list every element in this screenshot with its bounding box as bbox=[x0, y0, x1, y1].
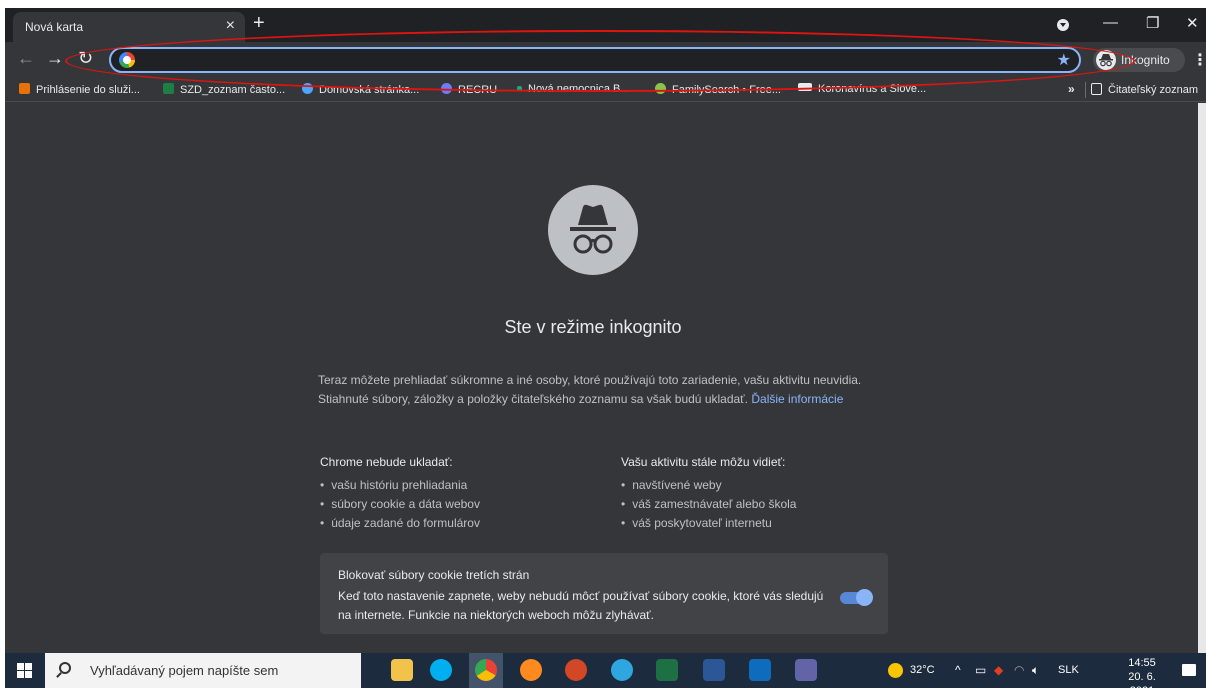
edge-icon[interactable] bbox=[611, 659, 633, 681]
bookmark-label: Nová nemocnica B... bbox=[528, 83, 630, 95]
teams-icon[interactable] bbox=[795, 659, 817, 681]
excel-icon[interactable] bbox=[656, 659, 678, 681]
visible-to-title: Vašu aktivitu stále môžu vidieť: bbox=[621, 455, 786, 469]
bookmark-label: Koronavírus a Slove... bbox=[818, 83, 927, 95]
address-input[interactable] bbox=[141, 51, 1041, 69]
bookmark-item[interactable]: Koronavírus a Slove... bbox=[798, 83, 926, 99]
forward-button[interactable]: → bbox=[46, 48, 64, 68]
reading-list-icon bbox=[1091, 83, 1102, 95]
back-button[interactable]: ← bbox=[17, 48, 35, 68]
cookie-block-card: Blokovať súbory cookie tretích strán Keď… bbox=[320, 553, 888, 634]
notifications-icon[interactable] bbox=[1182, 664, 1196, 676]
bookmark-favicon bbox=[441, 83, 452, 94]
bookmark-item[interactable]: Nová nemocnica B... bbox=[517, 83, 630, 99]
scrollbar[interactable] bbox=[1198, 103, 1206, 653]
tab-title: Nová karta bbox=[25, 20, 84, 34]
skype-icon[interactable] bbox=[430, 659, 452, 681]
list-item: navštívené weby bbox=[621, 476, 796, 495]
bookmark-label: SZD_zoznam často... bbox=[180, 84, 286, 96]
reload-button[interactable]: ↻ bbox=[78, 48, 93, 68]
security-icon[interactable]: ◆ bbox=[994, 663, 1003, 677]
weather-sun-icon[interactable] bbox=[888, 663, 903, 678]
language-indicator[interactable]: SLK bbox=[1058, 664, 1079, 676]
clock[interactable]: 14:55 20. 6. 2021 bbox=[1118, 656, 1166, 688]
chrome-icon[interactable] bbox=[475, 659, 497, 681]
reading-list-button[interactable]: Čitateľský zoznam bbox=[1091, 83, 1198, 96]
not-saved-column: Chrome nebude ukladať: vašu históriu pre… bbox=[320, 453, 480, 533]
browser-window: Nová karta × + — ❐ ✕ ← → ↻ ★ Inkognito ⋮… bbox=[5, 8, 1206, 688]
search-icon bbox=[59, 662, 71, 674]
minimize-button[interactable]: — bbox=[1103, 14, 1118, 31]
weather-temp[interactable]: 32°C bbox=[910, 664, 935, 676]
bookmark-favicon bbox=[517, 86, 522, 91]
incognito-logo-icon bbox=[548, 185, 638, 275]
powerpoint-icon[interactable] bbox=[565, 659, 587, 681]
incognito-page: Ste v režime inkognito Teraz môžete preh… bbox=[5, 103, 1201, 653]
not-saved-title: Chrome nebude ukladať: bbox=[320, 455, 453, 469]
file-explorer-icon[interactable] bbox=[391, 659, 413, 681]
bookmarks-overflow-button[interactable]: » bbox=[1068, 82, 1075, 96]
bookmark-favicon bbox=[302, 83, 313, 94]
bookmarks-bar: Prihlásenie do služi... SZD_zoznam často… bbox=[5, 78, 1206, 102]
tab-strip: Nová karta × + — ❐ ✕ bbox=[5, 8, 1206, 42]
reading-list-label: Čitateľský zoznam bbox=[1108, 84, 1199, 96]
wifi-icon[interactable]: ◠ bbox=[1014, 663, 1024, 677]
toolbar: ← → ↻ ★ Inkognito ⋮ bbox=[5, 42, 1206, 78]
restore-button[interactable]: ❐ bbox=[1146, 14, 1159, 32]
menu-icon[interactable]: ⋮ bbox=[1192, 50, 1206, 70]
sk-favicon bbox=[798, 83, 812, 91]
bookmark-item[interactable]: FamilySearch • Free... bbox=[655, 83, 781, 99]
close-window-button[interactable]: ✕ bbox=[1186, 14, 1199, 32]
incognito-icon bbox=[1096, 50, 1116, 70]
outlook-icon[interactable] bbox=[749, 659, 771, 681]
incognito-profile-button[interactable]: Inkognito bbox=[1093, 48, 1185, 72]
clock-date: 20. 6. 2021 bbox=[1128, 671, 1156, 688]
bookmark-star-icon[interactable]: ★ bbox=[1057, 50, 1071, 70]
bookmarks-divider bbox=[1085, 82, 1086, 98]
bookmark-label: FamilySearch • Free... bbox=[672, 84, 781, 96]
learn-more-link[interactable]: Ďalšie informácie bbox=[751, 392, 843, 406]
tab-new-tab[interactable]: Nová karta × bbox=[13, 12, 245, 42]
new-tab-button[interactable]: + bbox=[253, 13, 265, 33]
toggle-knob bbox=[856, 589, 873, 606]
list-item: váš poskytovateľ internetu bbox=[621, 514, 796, 533]
page-title: Ste v režime inkognito bbox=[504, 317, 682, 337]
bookmark-favicon bbox=[19, 83, 30, 94]
list-item: vašu históriu prehliadania bbox=[320, 476, 480, 495]
bookmark-item[interactable]: RECRU bbox=[441, 83, 497, 99]
bookmark-label: Prihlásenie do služi... bbox=[36, 84, 140, 96]
intro-text: Teraz môžete prehliadať súkromne a iné o… bbox=[318, 371, 898, 409]
familysearch-favicon bbox=[655, 83, 666, 94]
volume-icon[interactable]: 🔈︎ bbox=[1032, 663, 1039, 678]
taskbar-search-placeholder: Vyhľadávaný pojem napíšte sem bbox=[90, 663, 279, 678]
bookmark-item[interactable]: Prihlásenie do služi... bbox=[19, 83, 140, 99]
taskbar-search[interactable]: Vyhľadávaný pojem napíšte sem bbox=[45, 653, 361, 688]
excel-favicon bbox=[163, 83, 174, 94]
list-item: váš zamestnávateľ alebo škola bbox=[621, 495, 796, 514]
cookie-title: Blokovať súbory cookie tretích strán bbox=[338, 568, 530, 582]
bookmark-item[interactable]: SZD_zoznam často... bbox=[163, 83, 285, 99]
bookmark-item[interactable]: Domovská stránka... bbox=[302, 83, 419, 99]
word-icon[interactable] bbox=[703, 659, 725, 681]
battery-icon[interactable]: ▭ bbox=[975, 663, 986, 677]
cookie-toggle[interactable] bbox=[840, 589, 873, 606]
address-bar[interactable]: ★ bbox=[109, 47, 1081, 73]
bookmark-label: RECRU bbox=[458, 84, 498, 96]
bookmark-label: Domovská stránka... bbox=[319, 84, 420, 96]
tray-overflow-icon[interactable]: ^ bbox=[955, 663, 961, 677]
windows-taskbar: Vyhľadávaný pojem napíšte sem 32°C ^ ▭ ◆… bbox=[5, 653, 1206, 688]
list-item: údaje zadané do formulárov bbox=[320, 514, 480, 533]
clock-time: 14:55 bbox=[1128, 657, 1156, 669]
tab-search-icon[interactable] bbox=[1057, 19, 1069, 31]
windows-start-icon[interactable] bbox=[17, 663, 32, 678]
list-item: súbory cookie a dáta webov bbox=[320, 495, 480, 514]
tab-close-icon[interactable]: × bbox=[226, 17, 235, 35]
incognito-label: Inkognito bbox=[1121, 53, 1170, 67]
cookie-description: Keď toto nastavenie zapnete, weby nebudú… bbox=[338, 589, 824, 622]
visible-to-column: Vašu aktivitu stále môžu vidieť: navštív… bbox=[621, 453, 796, 533]
firefox-icon[interactable] bbox=[520, 659, 542, 681]
google-icon bbox=[119, 52, 135, 68]
